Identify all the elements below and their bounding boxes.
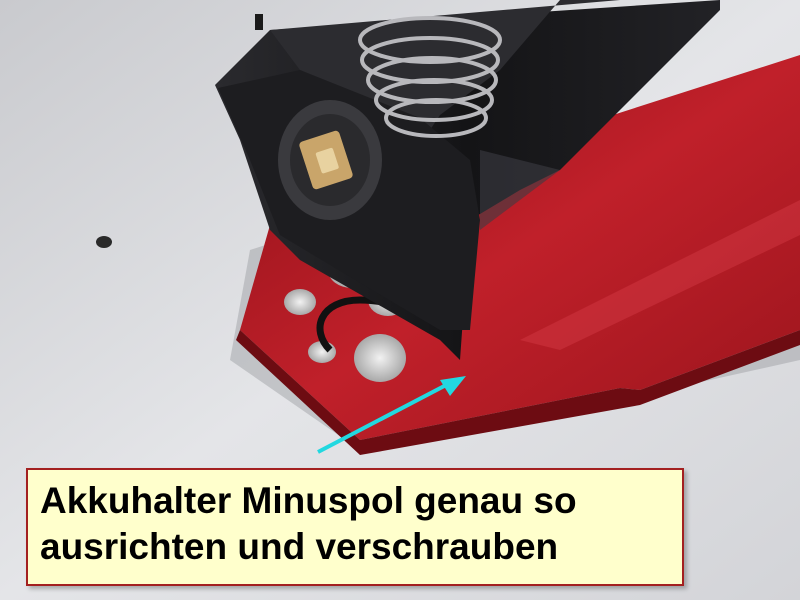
solder-pad-3 [354, 334, 406, 382]
caption-box: Akkuhalter Minuspol genau so ausrichten … [26, 468, 684, 586]
solder-pad-1 [284, 289, 316, 315]
photo-scene: Akkuhalter Minuspol genau so ausrichten … [0, 0, 800, 600]
caption-line-2: ausrichten und verschrauben [40, 526, 559, 567]
debris-spot-2 [255, 14, 263, 30]
debris-spot [96, 236, 112, 248]
caption-line-1: Akkuhalter Minuspol genau so [40, 480, 577, 521]
